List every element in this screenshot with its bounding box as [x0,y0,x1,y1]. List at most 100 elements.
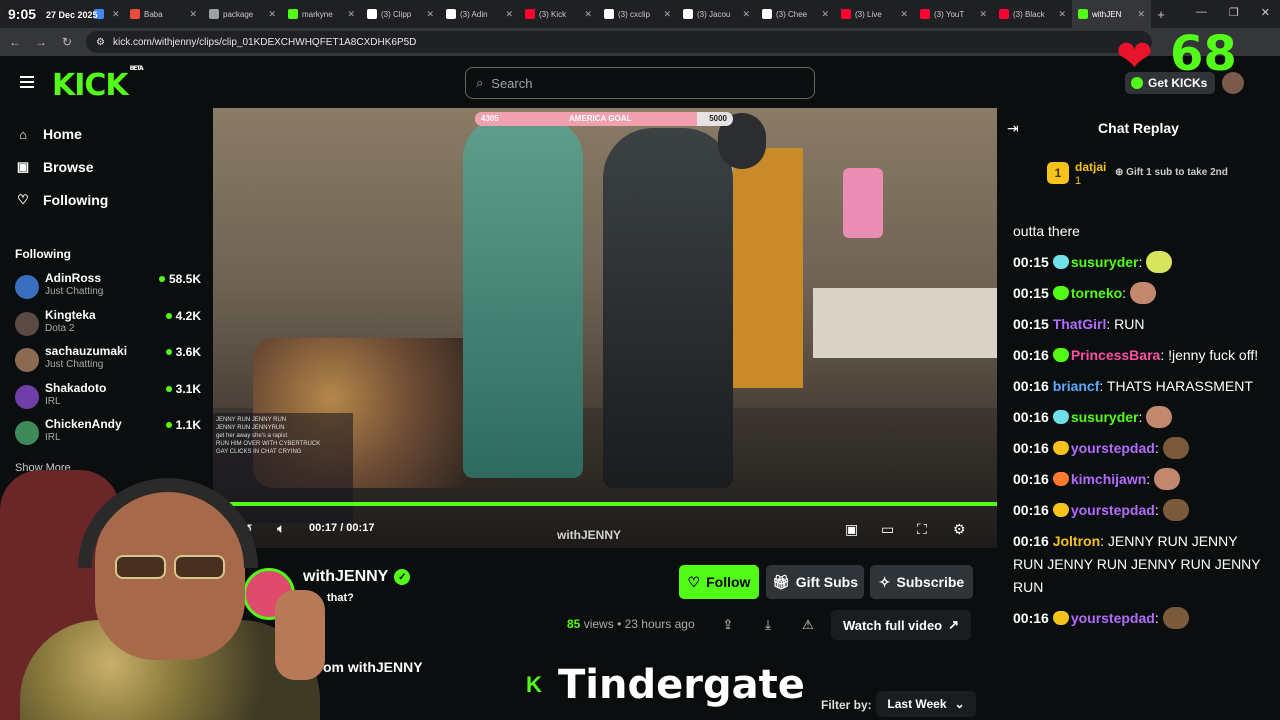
following-item[interactable]: ChickenAndy IRL 1.1K [15,417,201,449]
browser-tab[interactable]: Baba ✕ [124,0,203,28]
menu-icon[interactable] [20,76,34,88]
filter-select[interactable]: Last Week ⌄ [876,691,976,717]
star-icon: ✧ [878,573,891,590]
close-tab-icon[interactable]: ✕ [1137,9,1145,20]
browser-tab[interactable]: package ✕ [203,0,282,28]
gift-icon: 🎁︎ [771,573,790,590]
video-frame [463,118,583,478]
close-tab-icon[interactable]: ✕ [663,9,671,20]
chat-username[interactable]: yourstepdad [1071,610,1155,626]
tab-title: (3) Black [1013,9,1045,19]
close-tab-icon[interactable]: ✕ [1058,9,1066,20]
sidebar-item-home[interactable]: ⌂ Home [16,126,82,142]
tab-favicon-icon [999,9,1009,19]
chat-username[interactable]: torneko [1071,285,1122,301]
close-tab-icon[interactable]: ✕ [900,9,908,20]
minimize-icon[interactable]: — [1196,6,1207,19]
browser-tab[interactable]: (3) Clipp ✕ [361,0,440,28]
tab-favicon-icon [288,9,298,19]
restore-icon[interactable]: ❐ [1229,6,1239,19]
site-info-icon[interactable]: ⚙ [96,37,105,48]
chat-username[interactable]: susuryder [1071,254,1139,270]
back-icon[interactable]: ← [8,35,22,49]
chat-username[interactable]: ThatGirl [1053,316,1107,332]
close-tab-icon[interactable]: ✕ [979,9,987,20]
following-item[interactable]: Shakadoto IRL 3.1K [15,381,201,413]
video-progress-bar[interactable] [213,502,997,506]
sidebar-item-label: Browse [43,159,94,175]
tab-favicon-icon [130,9,140,19]
url-text: kick.com/withjenny/clips/clip_01KDEXCHWH… [112,36,417,48]
sidebar-item-following[interactable]: ♡ Following [16,192,108,208]
window-controls: — ❐ ✕ [1196,6,1270,19]
close-tab-icon[interactable]: ✕ [742,9,750,20]
browser-tab[interactable]: (3) Jacou ✕ [677,0,756,28]
close-tab-icon[interactable]: ✕ [505,9,513,20]
report-icon[interactable]: ⚠ [797,614,819,636]
goal-bar: 4305 AMERICA GOAL 5000 [475,112,733,126]
search-input[interactable]: ⌕ Search [465,67,815,99]
reload-icon[interactable]: ↻ [60,35,74,49]
video-player[interactable]: 4305 AMERICA GOAL 5000 JENNY RUN JENNY R… [213,108,997,548]
chat-username[interactable]: PrincessBara [1071,347,1161,363]
sub-badge-icon [1052,503,1069,517]
goal-max: 5000 [709,114,727,123]
download-icon[interactable]: ⤓ [757,614,779,636]
chat-username[interactable]: yourstepdad [1071,440,1155,456]
browser-tab[interactable]: (3) Kick ✕ [519,0,598,28]
kick-logo[interactable]: KICK BETA [52,65,144,103]
close-tab-icon[interactable]: ✕ [189,9,197,20]
chat-username[interactable]: kimchijawn [1071,471,1146,487]
fullscreen-icon[interactable]: ⛶ [917,521,927,538]
close-tab-icon[interactable]: ✕ [112,9,120,20]
tab-favicon-icon [762,9,772,19]
leaderboard-user[interactable]: datjai [1075,160,1106,174]
tab-title: markyne [302,9,333,19]
verified-icon: ✓ [394,569,411,585]
close-tab-icon[interactable]: ✕ [821,9,829,20]
watch-full-video-button[interactable]: Watch full video ↗ [831,610,971,640]
browser-tab[interactable]: (3) Black ✕ [993,0,1072,28]
close-tab-icon[interactable]: ✕ [426,9,434,20]
browser-tab[interactable]: (3) Live ✕ [835,0,914,28]
close-tab-icon[interactable]: ✕ [347,9,355,20]
chat-separator: : [1154,610,1159,626]
browser-tab[interactable]: markyne ✕ [282,0,361,28]
overlay-chat-line: JENNY RUN JENNYRUN [216,425,285,431]
live-dot-icon [158,276,165,282]
close-tab-icon[interactable]: ✕ [268,9,276,20]
forward-icon[interactable]: → [34,35,48,49]
address-bar[interactable]: ⚙ kick.com/withjenny/clips/clip_01KDEXCH… [86,31,1152,53]
new-tab-icon[interactable]: + [1151,7,1171,22]
gift-sub-prompt[interactable]: ⊕ Gift 1 sub to take 2nd [1115,167,1228,178]
browser-tab[interactable]: (3) Chee ✕ [756,0,835,28]
pip-icon[interactable]: ▣ [845,521,858,538]
channel-category: Dota 2 [45,322,75,334]
chat-username[interactable]: Joltron [1053,533,1100,549]
close-window-icon[interactable]: ✕ [1261,6,1270,19]
following-item[interactable]: Kingteka Dota 2 4.2K [15,308,201,340]
following-item[interactable]: AdinRoss Just Chatting 58.5K [15,271,201,303]
chat-username[interactable]: yourstepdad [1071,502,1155,518]
browser-tab[interactable]: (3) cxclip ✕ [598,0,677,28]
search-icon: ⌕ [476,75,484,90]
rank-badge: 1 [1047,162,1069,184]
chat-username[interactable]: briancf [1053,378,1100,394]
settings-icon[interactable]: ⚙ [953,521,966,538]
chat-username[interactable]: susuryder [1071,409,1139,425]
emote-icon [1154,468,1181,490]
browser-tab[interactable]: (3) Adin ✕ [440,0,519,28]
theater-icon[interactable]: ▭ [881,521,894,538]
browser-tab[interactable]: (3) YouT ✕ [914,0,993,28]
close-tab-icon[interactable]: ✕ [584,9,592,20]
follow-button[interactable]: ♡ Follow [679,565,759,599]
browser-tab[interactable]: withJEN ✕ [1072,0,1151,28]
chat-message: 00:15 susuryder: [1013,251,1263,274]
following-item[interactable]: sachauzumaki Just Chatting 3.6K [15,344,201,376]
gift-subs-button[interactable]: 🎁︎ Gift Subs [766,565,864,599]
share-icon[interactable]: ⇪ [717,614,739,636]
sidebar-item-browse[interactable]: ▣ Browse [16,159,94,175]
chat-separator: : [1154,502,1159,518]
chat-message: 00:15 ThatGirl: RUN [1013,313,1263,336]
subscribe-button[interactable]: ✧ Subscribe [870,565,973,599]
